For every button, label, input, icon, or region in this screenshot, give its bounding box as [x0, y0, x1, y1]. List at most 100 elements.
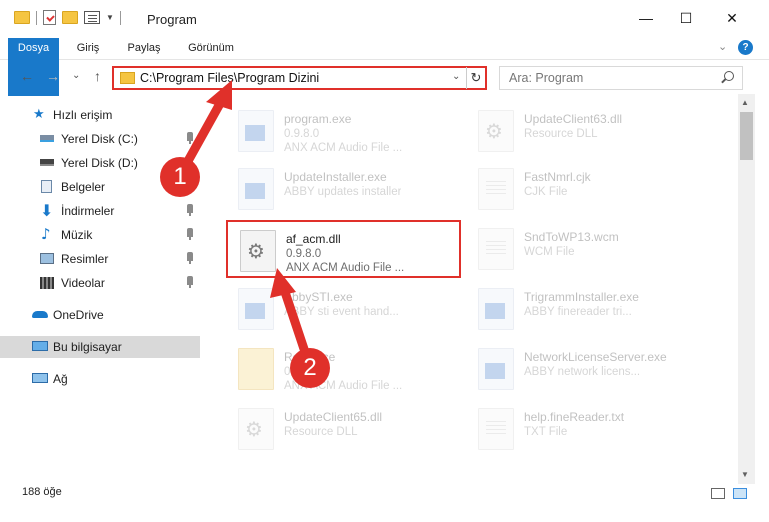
vertical-scrollbar[interactable]: ▲ ▼ [738, 94, 755, 484]
close-button[interactable]: ✕ [722, 8, 742, 28]
sidebar-item-quick-access[interactable]: ★ Hızlı erişim [0, 104, 200, 126]
documents-icon [41, 180, 52, 193]
dll-file-icon [478, 110, 514, 152]
pin-icon[interactable] [187, 276, 193, 288]
file-name: help.fineReader.txt [524, 410, 625, 424]
pin-icon[interactable] [187, 228, 193, 240]
large-icons-view-icon[interactable] [733, 488, 747, 499]
file-description: ABBY updates installer [284, 186, 402, 198]
help-icon[interactable]: ? [738, 40, 753, 55]
maximize-button[interactable]: ☐ [676, 8, 696, 28]
file-version: 0.9.8.0 [286, 248, 322, 260]
file-description: ANX ACM Audio File ... [286, 262, 405, 274]
pin-icon[interactable] [187, 204, 193, 216]
status-bar: 188 öğe [0, 482, 769, 502]
downloads-icon: ⬇ [40, 203, 54, 220]
file-description: ANX ACM Audio File ... [284, 142, 403, 154]
file-item[interactable]: UpdateInstaller.exe ABBY updates install… [226, 160, 461, 218]
file-description: ABBY finereader tri... [524, 306, 632, 318]
tab-home[interactable]: Giriş [66, 38, 110, 60]
ribbon-tabs: Dosya Giriş Paylaş Görünüm ⌄ [0, 38, 769, 96]
forward-button[interactable]: → [46, 68, 60, 84]
expand-ribbon-icon[interactable]: ⌄ [718, 40, 727, 53]
properties-icon[interactable] [43, 10, 56, 25]
quick-access-toolbar: ▼ [14, 10, 121, 25]
file-name: program.exe [284, 112, 352, 126]
file-item[interactable]: Resource 0.9.8.0 ANX ACM Audio File ... [226, 340, 461, 398]
search-placeholder: Ara: Program [509, 71, 584, 85]
view-options-icon[interactable] [84, 11, 100, 24]
back-button[interactable]: ← [20, 68, 34, 84]
sidebar-item-label: Belgeler [61, 180, 106, 194]
text-file-icon [478, 408, 514, 450]
folder-icon [120, 72, 135, 84]
sidebar-item-videos[interactable]: Videolar [0, 272, 200, 294]
sidebar-item-label: Yerel Disk (D:) [61, 156, 138, 170]
sidebar-item-onedrive[interactable]: OneDrive [0, 304, 200, 326]
sidebar-item-pictures[interactable]: Resimler [0, 248, 200, 270]
sidebar-item-music[interactable]: ♪ Müzik [0, 224, 200, 246]
file-item[interactable]: SndToWP13.wcm WCM File [466, 220, 701, 278]
tab-share[interactable]: Paylaş [120, 38, 168, 60]
file-item[interactable]: UpdateClient63.dll Resource DLL [466, 102, 701, 160]
text-file-icon [478, 228, 514, 270]
file-version: 0.9.8.0 [284, 128, 320, 140]
computer-icon [32, 341, 48, 351]
new-folder-icon[interactable] [62, 11, 78, 24]
file-item[interactable]: UpdateClient65.dll Resource DLL [226, 400, 461, 458]
file-item[interactable]: AbbySTI.exe ABBY sti event hand... [226, 280, 461, 338]
item-count: 188 öğe [22, 486, 62, 498]
drive-icon [40, 159, 54, 166]
tab-view[interactable]: Görünüm [180, 38, 242, 60]
recent-locations-button[interactable]: ⌄ [72, 70, 80, 81]
file-name: UpdateClient63.dll [524, 112, 623, 126]
pictures-icon [40, 253, 54, 264]
sidebar-item-this-pc[interactable]: Bu bilgisayar [0, 336, 200, 358]
file-item[interactable]: program.exe 0.9.8.0 ANX ACM Audio File .… [226, 102, 461, 160]
sidebar-item-label: Müzik [61, 228, 93, 242]
scroll-down-icon[interactable]: ▼ [741, 470, 749, 479]
address-path[interactable]: C:\Program Files\Program Dizini [140, 71, 319, 85]
minimize-button[interactable]: — [636, 8, 656, 28]
sidebar-item-network[interactable]: Ağ [0, 368, 200, 390]
file-item[interactable]: FastNmrl.cjk CJK File [466, 160, 701, 218]
file-name: FastNmrl.cjk [524, 170, 591, 184]
search-input[interactable]: Ara: Program [499, 66, 743, 90]
pin-icon[interactable] [187, 132, 193, 144]
window-title: Program [147, 12, 197, 27]
exe-file-icon [238, 110, 274, 152]
file-description: TXT File [524, 426, 568, 438]
network-icon [32, 373, 48, 383]
details-view-icon[interactable] [711, 488, 725, 499]
drive-icon [40, 135, 54, 142]
exe-file-icon [238, 288, 274, 330]
file-item[interactable]: help.fineReader.txt TXT File [466, 400, 701, 458]
scroll-up-icon[interactable]: ▲ [741, 98, 749, 107]
folder-icon [14, 11, 30, 24]
address-dropdown-icon[interactable]: ⌄ [452, 71, 460, 82]
address-bar[interactable]: C:\Program Files\Program Dizini ⌄ ↻ [112, 66, 487, 90]
sidebar-item-downloads[interactable]: ⬇ İndirmeler [0, 200, 200, 222]
file-description: Resource DLL [284, 426, 358, 438]
customize-toolbar-icon[interactable]: ▼ [106, 13, 114, 22]
exe-file-icon [238, 168, 274, 210]
sidebar-item-label: Bu bilgisayar [53, 340, 122, 354]
file-description: ABBY network licens... [524, 366, 641, 378]
file-item[interactable]: NetworkLicenseServer.exe ABBY network li… [466, 340, 701, 398]
file-item[interactable]: TrigrammInstaller.exe ABBY finereader tr… [466, 280, 701, 338]
sidebar-item-label: Hızlı erişim [53, 108, 113, 122]
sidebar-item-label: Yerel Disk (C:) [61, 132, 138, 146]
file-item-af-acm-dll[interactable]: af_acm.dll 0.9.8.0 ANX ACM Audio File ..… [226, 220, 461, 278]
sidebar-item-disk-c[interactable]: Yerel Disk (C:) [0, 128, 200, 150]
step-badge-1: 1 [160, 157, 200, 197]
dll-file-icon [238, 408, 274, 450]
videos-icon [40, 277, 54, 289]
refresh-button[interactable]: ↻ [466, 67, 485, 89]
scroll-thumb[interactable] [740, 112, 753, 160]
file-name: af_acm.dll [286, 232, 341, 246]
text-file-icon [478, 168, 514, 210]
navigation-bar: ← → ⌄ ↑ C:\Program Files\Program Dizini … [0, 63, 769, 93]
pin-icon[interactable] [187, 252, 193, 264]
sidebar-item-label: Ağ [53, 372, 68, 386]
up-button[interactable]: ↑ [94, 68, 101, 84]
